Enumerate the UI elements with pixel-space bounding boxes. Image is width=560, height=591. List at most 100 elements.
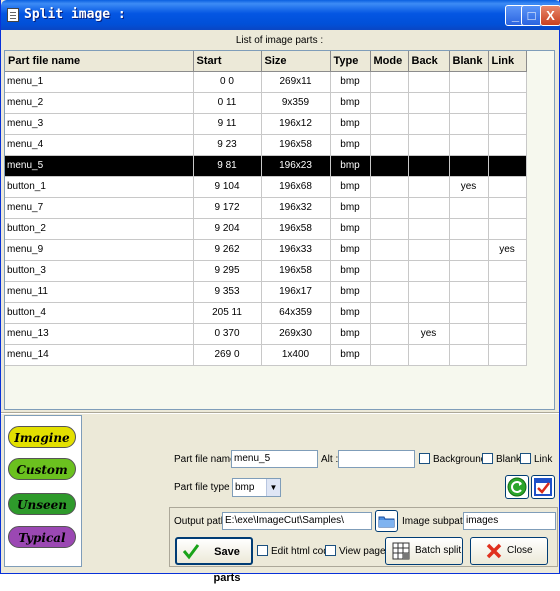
- table-cell-mode: [370, 71, 409, 93]
- table-cell-type: bmp: [330, 302, 371, 324]
- table-cell-start: 9 23: [193, 134, 262, 156]
- table-cell-type: bmp: [330, 260, 371, 282]
- table-cell-type: bmp: [330, 92, 371, 114]
- table-row[interactable]: button_2 9 204 196x58 bmp: [5, 218, 527, 240]
- table-row[interactable]: menu_7 9 172 196x32 bmp: [5, 197, 527, 219]
- table-row[interactable]: menu_2 0 11 9x359 bmp: [5, 92, 527, 114]
- thumbnail-typical[interactable]: Typical: [8, 526, 76, 548]
- table-cell-link: [488, 197, 527, 219]
- chevron-down-icon[interactable]: ▼: [266, 479, 280, 496]
- title-bar[interactable]: Split image : _ □ X: [1, 0, 560, 30]
- table-cell-back: [408, 197, 450, 219]
- table-cell-blank: [449, 239, 489, 261]
- table-cell-blank: [449, 155, 489, 177]
- table-row[interactable]: menu_5 9 81 196x23 bmp: [5, 155, 527, 177]
- checklist-icon: [534, 478, 552, 496]
- table-cell-name: button_3: [5, 260, 194, 282]
- table-row[interactable]: menu_11 9 353 196x17 bmp: [5, 281, 527, 303]
- table-cell-back: [408, 113, 450, 135]
- table-row[interactable]: menu_9 9 262 196x33 bmp yes: [5, 239, 527, 261]
- table-row[interactable]: menu_1 0 0 269x11 bmp: [5, 71, 527, 93]
- column-header-type[interactable]: Type: [330, 51, 371, 72]
- edit-html-code-checkbox[interactable]: [257, 545, 268, 556]
- table-cell-size: 196x12: [261, 113, 331, 135]
- table-cell-size: 9x359: [261, 92, 331, 114]
- close-button[interactable]: Close: [470, 537, 548, 565]
- table-cell-mode: [370, 155, 409, 177]
- column-header-part-file-name[interactable]: Part file name: [5, 51, 194, 72]
- table-cell-blank: [449, 302, 489, 324]
- table-cell-size: 196x23: [261, 155, 331, 177]
- column-header-size[interactable]: Size: [261, 51, 331, 72]
- grid-icon: [392, 542, 410, 560]
- table-cell-mode: [370, 113, 409, 135]
- table-cell-size: 196x68: [261, 176, 331, 198]
- column-header-start[interactable]: Start: [193, 51, 262, 72]
- close-window-button[interactable]: X: [540, 5, 560, 26]
- maximize-button[interactable]: □: [521, 5, 542, 26]
- background-checkbox[interactable]: [419, 453, 430, 464]
- table-cell-name: menu_14: [5, 344, 194, 366]
- part-file-type-select[interactable]: bmp ▼: [232, 478, 281, 497]
- table-row[interactable]: menu_3 9 11 196x12 bmp: [5, 113, 527, 135]
- table-row[interactable]: menu_14 269 0 1x400 bmp: [5, 344, 527, 366]
- thumbnail-imagine[interactable]: Imagine: [8, 426, 76, 448]
- table-cell-link: [488, 218, 527, 240]
- table-cell-back: [408, 71, 450, 93]
- table-row[interactable]: menu_13 0 370 269x30 bmp yes: [5, 323, 527, 345]
- column-header-link[interactable]: Link: [488, 51, 527, 72]
- table-row[interactable]: button_1 9 104 196x68 bmp yes: [5, 176, 527, 198]
- table-cell-mode: [370, 260, 409, 282]
- table-cell-link: [488, 113, 527, 135]
- column-header-blank[interactable]: Blank: [449, 51, 489, 72]
- table-cell-back: [408, 260, 450, 282]
- table-cell-name: button_4: [5, 302, 194, 324]
- column-header-mode[interactable]: Mode: [370, 51, 409, 72]
- batch-split-button[interactable]: Batch split: [385, 537, 463, 565]
- blank-checkbox[interactable]: [482, 453, 493, 464]
- table-cell-type: bmp: [330, 113, 371, 135]
- table-cell-back: [408, 218, 450, 240]
- table-cell-link: [488, 134, 527, 156]
- link-checkbox[interactable]: [520, 453, 531, 464]
- table-row[interactable]: menu_4 9 23 196x58 bmp: [5, 134, 527, 156]
- browse-button[interactable]: [375, 510, 398, 532]
- save-parts-button[interactable]: Save parts: [175, 537, 253, 584]
- table-cell-back: [408, 281, 450, 303]
- table-cell-blank: [449, 197, 489, 219]
- column-header-back[interactable]: Back: [408, 51, 450, 72]
- app-icon: [7, 8, 19, 22]
- table-cell-type: bmp: [330, 281, 371, 303]
- table-cell-start: 0 11: [193, 92, 262, 114]
- output-path-input[interactable]: E:\exe\ImageCut\Samples\: [222, 512, 372, 530]
- thumbnail-unseen[interactable]: Unseen: [8, 493, 76, 515]
- alt-input[interactable]: [338, 450, 415, 468]
- table-cell-back: [408, 302, 450, 324]
- table-cell-name: menu_11: [5, 281, 194, 303]
- table-cell-start: 269 0: [193, 344, 262, 366]
- table-cell-name: menu_1: [5, 71, 194, 93]
- table-cell-size: 196x33: [261, 239, 331, 261]
- check-button[interactable]: [531, 475, 555, 499]
- table-cell-name: menu_5: [5, 155, 194, 177]
- close-label: Close: [507, 545, 533, 556]
- table-cell-name: button_1: [5, 176, 194, 198]
- refresh-button[interactable]: [505, 475, 529, 499]
- view-page-checkbox[interactable]: [325, 545, 336, 556]
- table-cell-link: yes: [488, 239, 527, 261]
- table-row[interactable]: button_4 205 11 64x359 bmp: [5, 302, 527, 324]
- thumbnail-custom[interactable]: Custom: [8, 458, 76, 480]
- table-cell-type: bmp: [330, 218, 371, 240]
- green-check-icon: [182, 544, 200, 560]
- image-subpath-input[interactable]: images: [463, 512, 556, 530]
- thumbnail-preview-panel[interactable]: Imagine Custom Unseen Typical: [4, 415, 82, 567]
- part-file-name-input[interactable]: menu_5: [231, 450, 318, 468]
- table-header: Part file name Start Size Type Mode Back…: [5, 51, 527, 72]
- image-parts-table[interactable]: Part file name Start Size Type Mode Back…: [4, 50, 555, 410]
- table-cell-name: menu_3: [5, 113, 194, 135]
- table-cell-type: bmp: [330, 239, 371, 261]
- table-row[interactable]: button_3 9 295 196x58 bmp: [5, 260, 527, 282]
- alt-label: Alt :: [321, 454, 339, 465]
- table-cell-size: 64x359: [261, 302, 331, 324]
- table-cell-size: 196x58: [261, 134, 331, 156]
